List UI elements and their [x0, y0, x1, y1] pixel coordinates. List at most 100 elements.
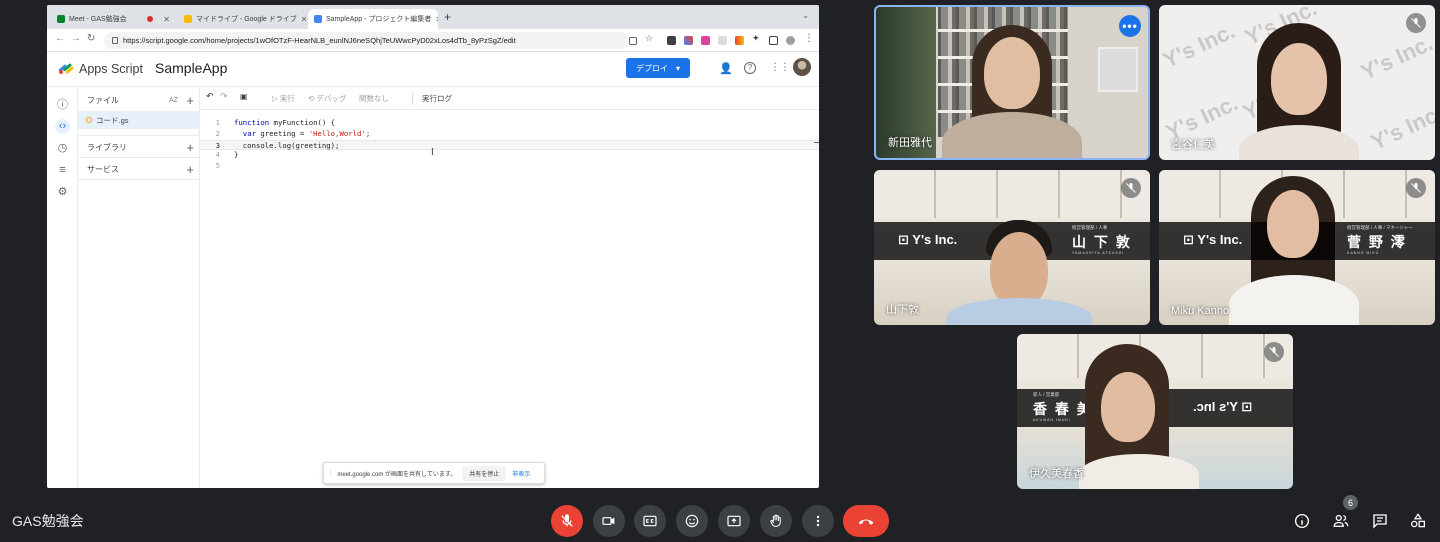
participant-tile[interactable]: ⊡ Y's Inc. 経営管理部 / 人事 山 下 敦 YAMASHITA AT…	[874, 170, 1150, 325]
add-file-icon[interactable]: +	[186, 93, 194, 108]
add-library-icon[interactable]: +	[186, 140, 194, 155]
present-screen-button[interactable]	[718, 505, 750, 537]
code-line[interactable]: 4}	[200, 150, 819, 161]
extension-icon[interactable]	[701, 36, 710, 45]
reactions-button[interactable]	[676, 505, 708, 537]
code-token: myFunction() {	[269, 118, 336, 127]
help-icon[interactable]: ?	[744, 62, 756, 74]
function-select[interactable]: 関数なし	[359, 93, 389, 104]
code-line[interactable]: 3 console.log(greeting);	[200, 139, 819, 151]
stop-sharing-button[interactable]: 共有を停止	[462, 465, 507, 481]
participant-tile[interactable]: ••• 新田雅代	[874, 5, 1150, 160]
editor-code-icon[interactable]: ‹›	[55, 119, 70, 134]
banner-display-name: 山 下 敦	[1072, 234, 1132, 250]
browser-tab-bar: Meet - GAS勉強会 ✕ マイドライブ - Google ドライブ ✕ S…	[47, 5, 819, 29]
new-tab-icon[interactable]: +	[444, 10, 451, 24]
browser-menu-icon[interactable]: ⋮	[804, 33, 814, 44]
undo-icon[interactable]: ↶	[206, 91, 214, 102]
share-message: meet.google.com が画面を共有しています。	[337, 471, 457, 478]
add-service-icon[interactable]: +	[186, 162, 194, 177]
tab-drive[interactable]: マイドライブ - Google ドライブ ✕	[178, 9, 306, 29]
meeting-details-button[interactable]	[1291, 510, 1313, 532]
line-number: 3	[215, 140, 220, 150]
more-vert-icon	[816, 515, 820, 527]
activities-button[interactable]	[1407, 510, 1429, 532]
extension-icon[interactable]	[684, 36, 693, 45]
camera-toggle-button[interactable]	[593, 505, 625, 537]
address-bar[interactable]: https://script.google.com/home/projects/…	[104, 32, 629, 49]
forward-icon[interactable]: →	[71, 33, 81, 44]
executions-list-icon[interactable]: ≡	[55, 163, 70, 178]
profile-avatar-icon[interactable]	[786, 36, 795, 45]
tab-sampleapp[interactable]: SampleApp - プロジェクト編集者 ✕	[308, 9, 438, 29]
settings-gear-icon[interactable]: ⚙	[55, 185, 70, 200]
run-label: 実行	[279, 94, 295, 103]
code-text: function myFunction() {	[234, 118, 335, 127]
more-options-button[interactable]	[802, 505, 834, 537]
redo-icon[interactable]: ↷	[220, 91, 228, 102]
triggers-clock-icon[interactable]: ◷	[55, 141, 70, 156]
extension-icon[interactable]	[718, 36, 727, 45]
code-editor[interactable]: 1 function myFunction() { 2 var greeting =…	[200, 118, 819, 178]
code-line[interactable]: 2 var greeting = 'Hello,World';	[200, 129, 819, 140]
deploy-button[interactable]: デプロイ ▾	[626, 58, 690, 78]
participant-count-badge: 6	[1343, 495, 1358, 510]
tab-search-chevron-icon[interactable]: ⌄	[802, 11, 809, 20]
reload-icon[interactable]: ↻	[87, 33, 95, 44]
close-tab-icon[interactable]: ✕	[163, 15, 170, 24]
hide-button[interactable]: 非表示	[512, 469, 530, 478]
watermark-text: Y's Inc.	[1159, 18, 1239, 73]
mic-toggle-button[interactable]	[551, 505, 583, 537]
close-tab-icon[interactable]: ✕	[301, 15, 306, 24]
extension-icon[interactable]	[735, 36, 744, 45]
product-name: Apps Script	[79, 62, 143, 76]
person-face	[1271, 43, 1327, 115]
puzzle-extensions-icon[interactable]: ✦	[752, 33, 760, 44]
code-line[interactable]: 1 function myFunction() {	[200, 118, 819, 129]
company-name: Y's Inc.	[1193, 399, 1238, 414]
add-person-icon[interactable]: 👤	[719, 62, 733, 75]
deploy-label: デプロイ	[635, 63, 668, 73]
extension-icon[interactable]	[667, 36, 676, 45]
back-icon[interactable]: ←	[55, 33, 65, 44]
more-options-icon[interactable]: •••	[1119, 15, 1141, 37]
file-item-code-gs[interactable]: コード.gs	[78, 111, 200, 129]
save-icon[interactable]: ▣	[240, 92, 248, 101]
side-panel-icon[interactable]	[769, 36, 778, 45]
chat-button[interactable]	[1369, 510, 1391, 532]
tab-meet[interactable]: Meet - GAS勉強会 ✕	[51, 9, 176, 29]
execution-log-button[interactable]: 実行ログ	[422, 93, 452, 104]
participant-name: 伊久美春香	[1029, 468, 1084, 480]
drag-handle-icon[interactable]: ⦙	[330, 470, 331, 477]
bookmark-star-icon[interactable]: ☆	[645, 33, 653, 44]
project-name[interactable]: SampleApp	[155, 60, 227, 76]
debug-button[interactable]: ⟲ デバッグ	[308, 93, 346, 104]
lock-icon	[112, 37, 118, 44]
company-name: Y's Inc.	[912, 232, 958, 247]
apps-grid-icon[interactable]: ⋮⋮	[770, 62, 790, 73]
editor-toolbar: ↶ ↷ ▣ ▷ 実行 ⟲ デバッグ 関数なし 実行ログ	[200, 88, 819, 110]
leave-call-button[interactable]	[843, 505, 889, 537]
participant-tile[interactable]: ⊡ Y's Inc. 経営管理部 / 人事 / マネージャー 菅 野 澪 KAN…	[1159, 170, 1435, 325]
muted-mic-icon	[1121, 178, 1141, 198]
overview-info-icon[interactable]: ⓘ	[55, 98, 70, 113]
run-button[interactable]: ▷ 実行	[272, 93, 295, 104]
people-button[interactable]	[1330, 510, 1352, 532]
code-line[interactable]: 5	[200, 161, 819, 172]
function-select-label: 関数なし	[359, 94, 389, 103]
services-label: サービス	[87, 164, 119, 174]
apps-script-header: Apps Script SampleApp デプロイ ▾ 👤 ? ⋮⋮	[47, 53, 819, 87]
person-body	[946, 298, 1092, 325]
sort-az-icon[interactable]: AZ	[169, 97, 178, 104]
raise-hand-button[interactable]	[760, 505, 792, 537]
line-number: 1	[215, 118, 220, 127]
account-avatar[interactable]	[793, 58, 811, 76]
participant-tile[interactable]: Y's Inc. Y's Inc. Y's Inc. Y's Inc. Y's …	[1159, 5, 1435, 160]
code-token: function	[234, 118, 270, 127]
close-tab-icon[interactable]: ✕	[435, 15, 438, 24]
share-icon[interactable]	[629, 37, 637, 45]
captions-button[interactable]	[634, 505, 666, 537]
url-text: https://script.google.com/home/projects/…	[123, 36, 516, 45]
code-text: console.log(greeting);	[234, 141, 340, 150]
participant-tile[interactable]: 新人 / 営業部 香 春 美 久 AKUMAH IMUKI ⊡ Y's Inc.…	[1017, 334, 1293, 489]
